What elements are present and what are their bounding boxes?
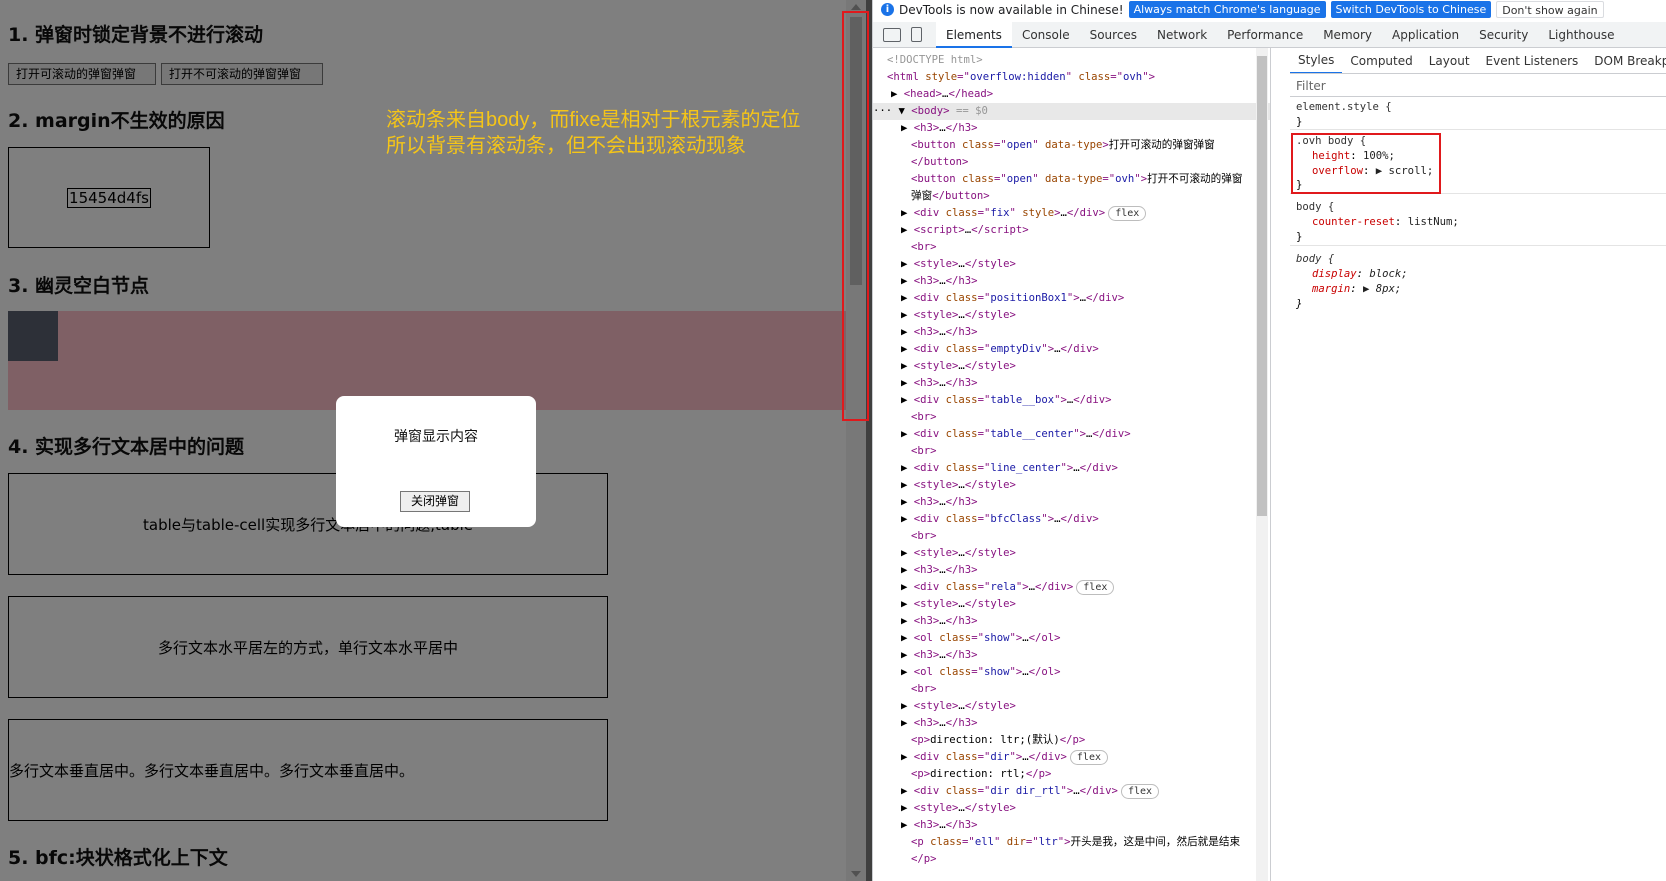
info-icon: i (881, 3, 894, 16)
close-modal-button[interactable]: 关闭弹窗 (400, 491, 470, 512)
tab-security[interactable]: Security (1469, 22, 1538, 48)
dom-node[interactable]: ▶ <h3>…</h3> (901, 324, 978, 341)
dom-node[interactable]: ▶ <style>…</style> (901, 596, 1016, 613)
screen: 1. 弹窗时锁定背景不进行滚动 打开可滚动的弹窗弹窗 打开不可滚动的弹窗弹窗 2… (0, 0, 1666, 881)
switch-chinese-button[interactable]: Switch DevTools to Chinese (1330, 1, 1492, 18)
rule-close: } (1296, 116, 1303, 128)
dom-node[interactable]: ▶ <div class="dir dir_rtl">…</div> flex (901, 783, 1160, 800)
dom-node[interactable]: ▶ <h3>…</h3> (901, 273, 978, 290)
dom-node[interactable]: <p>direction: ltr;(默认)</p> (911, 732, 1085, 749)
dom-node[interactable]: ▶ <div class="positionBox1">…</div> (901, 290, 1124, 307)
dom-node[interactable]: ▶ <ol class="show">…</ol> (901, 630, 1061, 647)
devtools-panel: i DevTools is now available in Chinese! … (872, 0, 1666, 881)
rule-ua-body: body { display: block; margin: ▶ 8px; } (1290, 248, 1666, 310)
annotation: 滚动条来自body，而fixe是相对于根元素的定位 所以背景有滚动条，但不会出现… (386, 107, 801, 159)
tab-application[interactable]: Application (1382, 22, 1469, 48)
tab-lighthouse[interactable]: Lighthouse (1538, 22, 1624, 48)
styles-subtabs: Styles Computed Layout Event Listeners D… (1290, 48, 1666, 74)
dom-node[interactable]: 弹窗</button> (911, 188, 990, 205)
dom-node[interactable]: ▶ <div class="emptyDiv">…</div> (901, 341, 1099, 358)
dom-node[interactable]: ▶ <div class="line_center">…</div> (901, 460, 1118, 477)
dom-node[interactable]: ▶ <style>…</style> (901, 698, 1016, 715)
dom-node-selected[interactable]: ··· ▼ <body> == $0 (873, 103, 1270, 120)
dom-node[interactable]: <br> (911, 443, 937, 460)
subtab-event-listeners[interactable]: Event Listeners (1478, 54, 1587, 68)
dom-node[interactable]: ▶ <h3>…</h3> (901, 647, 978, 664)
rule-close: } (1296, 231, 1303, 243)
rule-body: body { counter-reset: listNum; } (1290, 196, 1666, 246)
dom-node[interactable]: ▶ <div class="dir">…</div> flex (901, 749, 1108, 766)
tab-console[interactable]: Console (1012, 22, 1080, 48)
elements-scrollbar-thumb[interactable] (1257, 56, 1267, 516)
subtab-computed[interactable]: Computed (1342, 54, 1420, 68)
dom-node[interactable]: ▶ <div class="fix" style>…</div> flex (901, 205, 1147, 222)
device-toolbar-icon[interactable] (911, 27, 922, 42)
tab-network[interactable]: Network (1147, 22, 1217, 48)
dom-node[interactable]: ▶ <div class="table__center">…</div> (901, 426, 1131, 443)
dom-node[interactable]: <br> (911, 528, 937, 545)
dom-node[interactable]: ▶ <head>…</head> (891, 86, 993, 103)
dom-node[interactable]: ▶ <style>…</style> (901, 545, 1016, 562)
tab-memory[interactable]: Memory (1313, 22, 1382, 48)
dom-node[interactable]: ▶ <h3>…</h3> (901, 817, 978, 834)
annotation-line-1: 滚动条来自body，而fixe是相对于根元素的定位 (386, 109, 801, 131)
dom-node[interactable]: <button class="open" data-type="ovh">打开不… (911, 171, 1242, 188)
rule-element-style: element.style { } (1290, 98, 1666, 130)
elements-tree: <!DOCTYPE html> <html style="overflow:hi… (873, 48, 1271, 881)
dom-node[interactable]: ▶ <style>…</style> (901, 307, 1016, 324)
infobar-text: DevTools is now available in Chinese! (899, 2, 1124, 17)
rule-prop: display: block; (1312, 268, 1408, 280)
tab-performance[interactable]: Performance (1217, 22, 1313, 48)
tab-elements[interactable]: Elements (936, 21, 1012, 48)
dom-node[interactable]: ▶ <style>…</style> (901, 477, 1016, 494)
subtab-layout[interactable]: Layout (1421, 54, 1478, 68)
dom-node[interactable]: ▶ <h3>…</h3> (901, 494, 978, 511)
tab-sources[interactable]: Sources (1080, 22, 1147, 48)
subtab-styles[interactable]: Styles (1290, 48, 1343, 73)
devtools-tabbar: Elements Console Sources Network Perform… (873, 21, 1666, 48)
rule-close: } (1296, 298, 1303, 310)
dom-node[interactable]: <br> (911, 409, 937, 426)
rule-prop: counter-reset: listNum; (1312, 216, 1459, 228)
dom-node[interactable]: ▶ <h3>…</h3> (901, 120, 978, 137)
dom-node[interactable]: <html style="overflow:hidden" class="ovh… (887, 69, 1155, 86)
modal-content: 弹窗显示内容 (394, 428, 478, 444)
dom-node[interactable]: ▶ <h3>…</h3> (901, 613, 978, 630)
dom-node[interactable]: </p> (911, 851, 937, 868)
inspect-element-icon[interactable] (883, 27, 901, 42)
rule-prop: margin: ▶ 8px; (1312, 283, 1402, 295)
modal-dialog: 弹窗显示内容 关闭弹窗 (336, 396, 536, 527)
dom-node[interactable]: ▶ <div class="bfcClass">…</div> (901, 511, 1099, 528)
language-infobar: i DevTools is now available in Chinese! … (873, 0, 1666, 19)
rule-selector: element.style { (1296, 101, 1392, 113)
dom-node[interactable]: <br> (911, 239, 937, 256)
dom-node[interactable]: ▶ <h3>…</h3> (901, 715, 978, 732)
dom-node[interactable]: </button> (911, 154, 968, 171)
dont-show-again-button[interactable]: Don't show again (1496, 1, 1604, 18)
dom-node[interactable]: ▶ <ol class="show">…</ol> (901, 664, 1061, 681)
styles-pane: Styles Computed Layout Event Listeners D… (1290, 48, 1666, 881)
dom-node[interactable]: ▶ <h3>…</h3> (901, 562, 978, 579)
subtab-dom-breakpoints[interactable]: DOM Breakpoints (1586, 54, 1666, 68)
dom-node[interactable]: ▶ <style>…</style> (901, 256, 1016, 273)
dom-node[interactable]: <p class="ell" dir="ltr">开头是我，这是中间，然后就是结… (911, 834, 1240, 851)
dom-node[interactable]: ▶ <style>…</style> (901, 358, 1016, 375)
styles-filter-input[interactable]: Filter (1290, 75, 1666, 97)
scrollbar-highlight (842, 11, 869, 421)
dom-node[interactable]: ▶ <h3>…</h3> (901, 375, 978, 392)
dom-node[interactable]: <button class="open" data-type>打开可滚动的弹窗弹… (911, 137, 1215, 154)
match-language-button[interactable]: Always match Chrome's language (1128, 1, 1326, 18)
dom-node[interactable]: ▶ <div class="table__box">…</div> (901, 392, 1112, 409)
dom-node[interactable]: ▶ <div class="rela">…</div> flex (901, 579, 1115, 596)
annotation-line-2: 所以背景有滚动条，但不会出现滚动现象 (386, 135, 746, 157)
dom-node[interactable]: ▶ <script>…</script> (901, 222, 1029, 239)
page-viewport: 1. 弹窗时锁定背景不进行滚动 打开可滚动的弹窗弹窗 打开不可滚动的弹窗弹窗 2… (0, 0, 872, 881)
dom-node[interactable]: <br> (911, 681, 937, 698)
rule-selector: body { (1296, 201, 1335, 213)
dom-node[interactable]: <!DOCTYPE html> (887, 52, 983, 69)
dom-node[interactable]: <p>direction: rtl;</p> (911, 766, 1051, 783)
rule-selector: body { (1296, 253, 1335, 265)
styles-highlight (1291, 133, 1441, 194)
dom-node[interactable]: ▶ <style>…</style> (901, 800, 1016, 817)
